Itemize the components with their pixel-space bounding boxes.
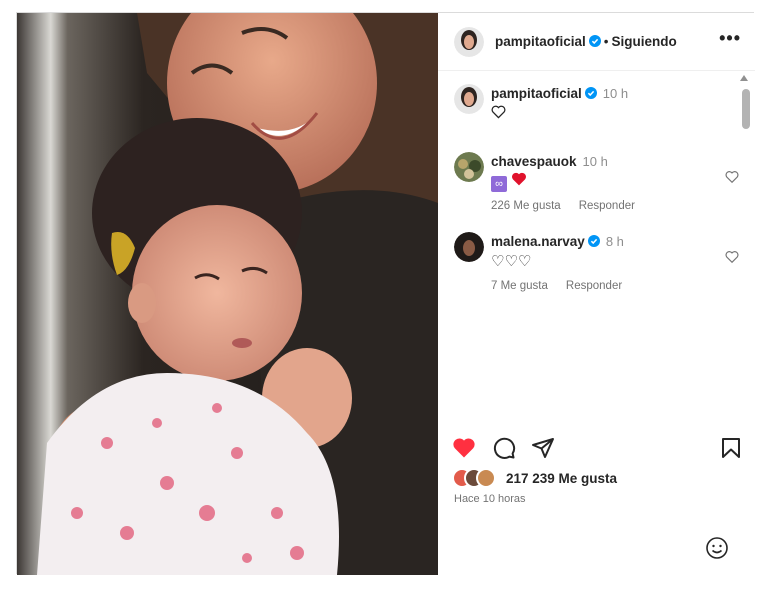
caption-username[interactable]: pampitaoficial: [491, 86, 582, 101]
liker-avatars[interactable]: [452, 468, 506, 488]
caption-avatar[interactable]: [454, 84, 484, 114]
comment-meta: 7 Me gusta Responder: [491, 280, 622, 292]
scroll-up-arrow-icon[interactable]: [740, 75, 748, 81]
comment-time: 8 h: [605, 234, 624, 249]
comment-body: ♡♡♡: [491, 253, 532, 270]
likes-count[interactable]: 217 239 Me gusta: [506, 471, 617, 486]
comment-reply-button[interactable]: Responder: [579, 200, 635, 212]
author-info: pampitaoficial • Siguiendo: [495, 34, 677, 49]
caption-header: pampitaoficial 10 h: [491, 86, 628, 101]
comment-avatar[interactable]: [454, 232, 484, 262]
comment-username[interactable]: chavespauok: [491, 154, 577, 169]
action-bar: [438, 436, 755, 460]
post-photo[interactable]: [17, 13, 438, 575]
post-header: pampitaoficial • Siguiendo •••: [438, 13, 755, 71]
comment-item: chavespauok 10 h ∞ 226 Me gusta Responder: [454, 152, 739, 218]
comment-like-count[interactable]: 7 Me gusta: [491, 280, 548, 292]
caption-body: [491, 105, 506, 123]
more-options-icon[interactable]: •••: [719, 29, 741, 47]
comment-header: malena.narvay 8 h: [491, 234, 624, 249]
emoji-icon[interactable]: [705, 536, 729, 560]
comment-item: malena.narvay 8 h ♡♡♡ 7 Me gusta Responder: [454, 232, 739, 292]
comments-scrollbar[interactable]: [742, 89, 750, 129]
verified-badge-icon: [588, 35, 601, 47]
verified-badge-icon: [587, 235, 600, 247]
comment-avatar[interactable]: [454, 152, 484, 182]
comment-username[interactable]: malena.narvay: [491, 234, 585, 249]
share-icon[interactable]: [531, 436, 555, 460]
caption-time: 10 h: [602, 86, 629, 101]
likes-summary: 217 239 Me gusta: [452, 468, 742, 488]
comment-time: 10 h: [582, 154, 608, 169]
comment-heart-icon[interactable]: [725, 250, 739, 264]
comment-reply-button[interactable]: Responder: [566, 280, 622, 292]
heart-outline-icon: [491, 105, 506, 119]
comment-icon[interactable]: [492, 436, 516, 460]
separator-dot: •: [603, 34, 609, 49]
comment-meta: 226 Me gusta Responder: [491, 200, 635, 212]
red-heart-emoji-icon: [512, 172, 527, 186]
comment-heart-icon[interactable]: [725, 170, 739, 184]
comment-like-count[interactable]: 226 Me gusta: [491, 200, 561, 212]
instagram-post: pampitaoficial • Siguiendo ••• pampitaofic…: [16, 12, 755, 575]
heart-icon[interactable]: [452, 436, 476, 460]
post-side-panel: pampitaoficial • Siguiendo ••• pampitaofic…: [438, 13, 755, 575]
comment-body: ∞: [491, 172, 527, 192]
liker-avatar: [476, 468, 496, 488]
author-avatar[interactable]: [454, 27, 484, 57]
post-timestamp[interactable]: Hace 10 horas: [454, 493, 526, 505]
comment-header: chavespauok 10 h: [491, 154, 608, 169]
author-username[interactable]: pampitaoficial: [495, 34, 586, 49]
verified-badge-icon: [584, 87, 597, 99]
infinity-emoji-icon: ∞: [491, 176, 507, 192]
caption-item: pampitaoficial 10 h: [454, 84, 739, 124]
bookmark-icon[interactable]: [719, 436, 743, 460]
comments-list: pampitaoficial 10 h chavespauok 10 h ∞ 2…: [438, 72, 755, 292]
follow-status-button[interactable]: Siguiendo: [612, 34, 677, 49]
